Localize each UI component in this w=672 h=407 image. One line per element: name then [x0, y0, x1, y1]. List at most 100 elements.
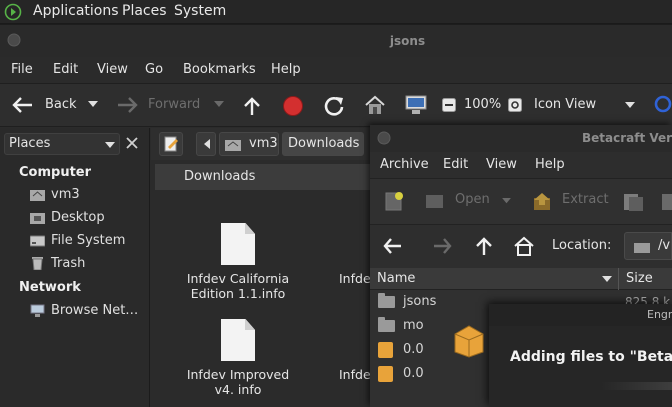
toolbar: Back Forward 100% Icon View — [0, 83, 672, 127]
desktop-folder-icon — [30, 213, 45, 224]
sidebar-item-label: File System — [51, 233, 126, 248]
column-header: Name Size — [370, 268, 672, 290]
package-icon — [378, 366, 393, 382]
sidebar-item-label: vm3 — [51, 187, 80, 202]
forward-label: Forward — [148, 97, 201, 112]
section-computer: Computer — [19, 165, 92, 180]
dialog-title: Engr — [647, 308, 672, 321]
item-name: 0.0 — [403, 366, 424, 381]
up-arrow-icon[interactable] — [474, 236, 494, 256]
item-name: mo — [403, 318, 424, 333]
folder-icon — [634, 243, 650, 253]
titlebar[interactable]: jsons — [0, 25, 672, 57]
new-archive-icon[interactable] — [383, 190, 405, 212]
open-folder-icon — [426, 195, 443, 208]
titlebar[interactable]: Betacraft Versi — [370, 125, 672, 152]
sidebar-item-label: Desktop — [51, 210, 105, 225]
menu-archive[interactable]: Archive — [380, 157, 429, 172]
menu-help[interactable]: Help — [535, 157, 565, 172]
applications-menu[interactable]: Applications — [33, 3, 119, 19]
system-menu[interactable]: System — [174, 3, 226, 19]
back-label: Back — [45, 97, 77, 112]
location-header: Downloads — [155, 164, 371, 190]
extract-button[interactable]: Extract — [528, 189, 609, 215]
network-icon — [30, 304, 45, 317]
sidebar-item-label: Trash — [51, 256, 86, 271]
file-item[interactable]: Infdev California Edition 1.1.info — [179, 223, 297, 303]
extract-label: Extract — [562, 192, 609, 207]
column-divider — [618, 268, 619, 290]
location-label: Location: — [552, 238, 612, 253]
back-dropdown-icon[interactable] — [88, 101, 98, 109]
file-name: Infdev Improved v4. info — [186, 367, 290, 397]
section-network: Network — [19, 280, 81, 295]
location-input[interactable]: /v — [624, 232, 672, 260]
gnome-foot-icon[interactable] — [4, 3, 22, 21]
menubar: File Edit View Go Bookmarks Help — [0, 57, 672, 83]
computer-icon[interactable] — [404, 94, 428, 116]
location-header-label: Downloads — [184, 169, 256, 184]
back-arrow-icon — [12, 97, 32, 113]
back-button[interactable]: Back — [8, 92, 108, 118]
top-panel: Applications Places System — [0, 0, 672, 24]
home-folder-icon — [30, 190, 45, 201]
window-menu-icon[interactable] — [377, 131, 391, 145]
column-name[interactable]: Name — [377, 271, 415, 286]
home-icon[interactable] — [513, 236, 535, 256]
forward-dropdown-icon[interactable] — [214, 101, 224, 109]
menu-file[interactable]: File — [11, 62, 33, 77]
menu-view[interactable]: View — [486, 157, 517, 172]
zoom-in-icon[interactable] — [508, 98, 522, 112]
view-mode-dropdown-icon[interactable] — [625, 102, 635, 110]
file-item[interactable]: Infdev Improved v4. info — [179, 319, 297, 399]
window-title: Betacraft Versi — [582, 131, 672, 145]
crumb-label: Downloads — [288, 136, 360, 151]
crumb-downloads[interactable]: Downloads — [282, 132, 364, 156]
location-value: /v — [658, 238, 671, 253]
home-icon[interactable] — [364, 95, 386, 115]
column-size[interactable]: Size — [626, 271, 653, 286]
open-button[interactable]: Open — [420, 189, 511, 215]
titlebar[interactable]: Engr — [489, 304, 672, 326]
forward-arrow-icon[interactable] — [432, 238, 452, 254]
add-files-icon[interactable] — [622, 191, 646, 213]
places-menu[interactable]: Places — [122, 3, 167, 19]
document-icon — [221, 319, 255, 361]
menu-help[interactable]: Help — [271, 62, 301, 77]
open-label: Open — [455, 192, 490, 207]
add-folder-icon[interactable] — [660, 191, 672, 213]
package-icon — [378, 342, 393, 358]
location-bar: Location: /v — [370, 224, 672, 268]
edit-location-button[interactable] — [159, 132, 183, 156]
menu-bookmarks[interactable]: Bookmarks — [183, 62, 256, 77]
chevron-down-icon — [105, 142, 115, 148]
view-mode-select[interactable]: Icon View — [534, 97, 596, 112]
menu-edit[interactable]: Edit — [443, 157, 468, 172]
menu-go[interactable]: Go — [145, 62, 163, 77]
sidebar-selector[interactable]: Places — [4, 133, 120, 155]
open-dropdown-icon[interactable] — [502, 198, 511, 205]
progress-bar — [601, 382, 672, 390]
zoom-out-icon[interactable] — [442, 98, 456, 112]
menu-edit[interactable]: Edit — [53, 62, 78, 77]
search-icon[interactable] — [652, 95, 672, 117]
menu-view[interactable]: View — [97, 62, 128, 77]
zoom-level: 100% — [464, 97, 502, 112]
close-icon[interactable] — [126, 137, 138, 149]
crumb-vm3[interactable]: vm3 — [219, 132, 279, 156]
forward-arrow-icon — [118, 97, 138, 113]
extract-icon — [534, 193, 550, 210]
up-arrow-icon[interactable] — [242, 96, 262, 116]
back-arrow-icon[interactable] — [383, 238, 403, 254]
drive-icon — [30, 235, 45, 247]
progress-dialog: Engr Adding files to "Betacr — [454, 304, 672, 407]
window-title: jsons — [389, 34, 426, 48]
sidebar-selector-label: Places — [9, 136, 51, 151]
reload-icon[interactable] — [323, 95, 345, 117]
forward-button[interactable]: Forward — [114, 92, 228, 118]
edit-icon — [164, 136, 178, 152]
path-scroll-left-button[interactable] — [196, 132, 216, 156]
sort-descending-icon[interactable] — [602, 276, 612, 283]
chevron-left-icon — [204, 139, 210, 149]
stop-icon[interactable] — [282, 95, 304, 117]
